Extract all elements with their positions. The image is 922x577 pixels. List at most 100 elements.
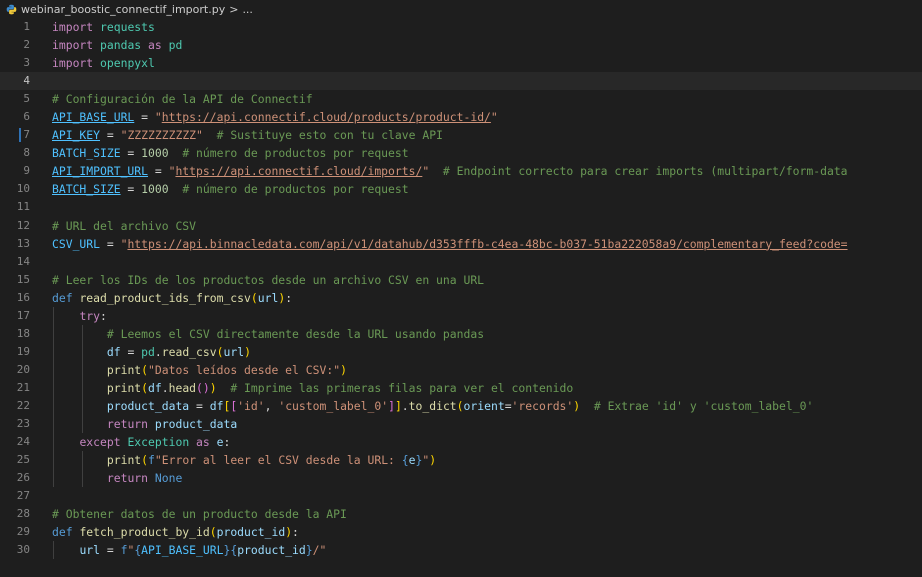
code-line[interactable]: 3 import openpyxl	[0, 54, 922, 72]
code-editor[interactable]: webinar_boostic_connectif_import.py > ..…	[0, 0, 922, 577]
line-text: API_KEY = "ZZZZZZZZZZ" # Sustituye esto …	[30, 126, 443, 144]
code-token: as	[148, 38, 162, 53]
code-token: import	[52, 56, 94, 71]
code-line[interactable]: 27	[0, 487, 922, 505]
code-token: "Datos leídos desde el CSV:"	[148, 362, 341, 377]
code-token: # Obtener datos de un producto desde la …	[52, 507, 347, 522]
code-token: =	[120, 146, 142, 161]
code-line[interactable]: 5 # Configuración de la API de Connectif	[0, 90, 922, 108]
code-line[interactable]: 18 # Leemos el CSV directamente desde la…	[0, 325, 922, 343]
code-line[interactable]: 26 return None	[0, 469, 922, 487]
code-token: # Endpoint correcto para crear imports (…	[442, 164, 848, 179]
code-token: # Extrae 'id' y 'custom_label_0'	[593, 398, 814, 413]
code-line[interactable]: 28 # Obtener datos de un producto desde l…	[0, 505, 922, 523]
indent-guide	[82, 451, 83, 488]
code-line[interactable]: 30 url = f"{API_BASE_URL}{product_id}/"	[0, 541, 922, 559]
code-line[interactable]: 22 product_data = df[['id', 'custom_labe…	[0, 397, 922, 415]
code-line[interactable]: 29 def fetch_product_by_id(product_id):	[0, 523, 922, 541]
code-line[interactable]: 8 BATCH_SIZE = 1000 # número de productos…	[0, 144, 922, 162]
code-token: head	[168, 380, 197, 395]
breadcrumb-separator: >	[229, 2, 239, 16]
code-line[interactable]: 12 # URL del archivo CSV	[0, 217, 922, 235]
code-token: :	[100, 308, 107, 323]
code-token: ]	[394, 398, 402, 413]
breadcrumb-more[interactable]: ...	[242, 3, 253, 16]
code-token: pandas	[100, 38, 142, 53]
line-text: # URL del archivo CSV	[30, 217, 196, 235]
python-file-icon	[6, 4, 17, 14]
line-text: BATCH_SIZE = 1000 # número de productos …	[30, 144, 409, 162]
code-line[interactable]: 23 return product_data	[0, 415, 922, 433]
code-line[interactable]: 11	[0, 198, 922, 216]
code-line[interactable]: 21 print(df.head()) # Imprime las primer…	[0, 379, 922, 397]
line-number: 9	[23, 164, 30, 178]
code-token: url	[79, 543, 101, 558]
code-token: orient	[463, 398, 505, 413]
line-number: 8	[23, 146, 30, 160]
code-token: API_BASE_URL	[141, 543, 224, 558]
code-line[interactable]: 1 import requests	[0, 18, 922, 36]
line-number: 7	[23, 128, 30, 142]
code-token: https://api.connectif.cloud/products/pro…	[161, 110, 491, 125]
line-text: print(df.head()) # Imprime las primeras …	[30, 379, 573, 397]
code-line[interactable]: 20 print("Datos leídos desde el CSV:")	[0, 361, 922, 379]
code-token: import	[52, 38, 94, 53]
code-line[interactable]: 25 print(f"Error al leer el CSV desde la…	[0, 451, 922, 469]
code-token: "ZZZZZZZZZZ"	[120, 128, 203, 143]
code-line[interactable]: 24 except Exception as e:	[0, 433, 922, 451]
code-line[interactable]: 17 try:	[0, 307, 922, 325]
code-line[interactable]: 19 df = pd.read_csv(url)	[0, 343, 922, 361]
code-token: (	[141, 380, 149, 395]
code-token: Exception	[127, 435, 190, 450]
code-token: pd	[168, 38, 183, 53]
code-token: df	[209, 398, 224, 413]
code-line[interactable]: 13 CSV_URL = "https://api.binnacledata.co…	[0, 235, 922, 253]
code-line[interactable]: 14	[0, 253, 922, 271]
code-token: API_KEY	[52, 128, 101, 143]
line-text: import pandas as pd	[30, 36, 182, 54]
breadcrumb-file[interactable]: webinar_boostic_connectif_import.py	[21, 3, 225, 16]
code-token: print	[106, 380, 142, 395]
line-text: BATCH_SIZE = 1000 # número de productos …	[30, 180, 409, 198]
line-number: 10	[16, 182, 30, 196]
code-line[interactable]: 4	[0, 72, 922, 91]
code-token: product_data	[106, 398, 190, 413]
code-token: return	[106, 417, 149, 432]
code-token: except	[79, 435, 121, 450]
code-area[interactable]: 1 import requests 2 import pandas as pd 3 imp…	[0, 18, 922, 560]
code-token: "	[490, 110, 498, 125]
code-token: "Error al leer el CSV desde la URL:	[154, 453, 402, 468]
code-token: :	[292, 525, 299, 540]
line-number: 30	[16, 543, 30, 557]
code-token: url	[257, 290, 279, 305]
code-token: )	[244, 344, 251, 359]
code-line[interactable]: 10 BATCH_SIZE = 1000 # número de producto…	[0, 180, 922, 198]
git-change-marker[interactable]	[19, 128, 21, 143]
line-number: 11	[16, 200, 30, 214]
line-number: 17	[16, 308, 30, 322]
code-line[interactable]: 16 def read_product_ids_from_csv(url):	[0, 289, 922, 307]
line-number: 1	[23, 20, 30, 33]
code-line[interactable]: 9 API_IMPORT_URL = "https://api.connectif…	[0, 162, 922, 180]
code-token: CSV_URL	[52, 236, 101, 251]
code-line[interactable]: 2 import pandas as pd	[0, 36, 922, 54]
code-line[interactable]: 15 # Leer los IDs de los productos desde …	[0, 271, 922, 289]
code-token: # Configuración de la API de Connectif	[52, 92, 313, 107]
line-number: 16	[16, 290, 30, 304]
line-number: 14	[16, 254, 30, 268]
code-token: as	[196, 435, 210, 450]
line-number: 3	[23, 56, 30, 70]
code-token: =	[148, 164, 169, 179]
code-line[interactable]: 7 API_KEY = "ZZZZZZZZZZ" # Sustituye esto…	[0, 126, 922, 144]
code-line[interactable]: 6 API_BASE_URL = "https://api.connectif.c…	[0, 108, 922, 126]
line-number: 20	[16, 362, 30, 376]
code-token: BATCH_SIZE	[52, 182, 121, 197]
